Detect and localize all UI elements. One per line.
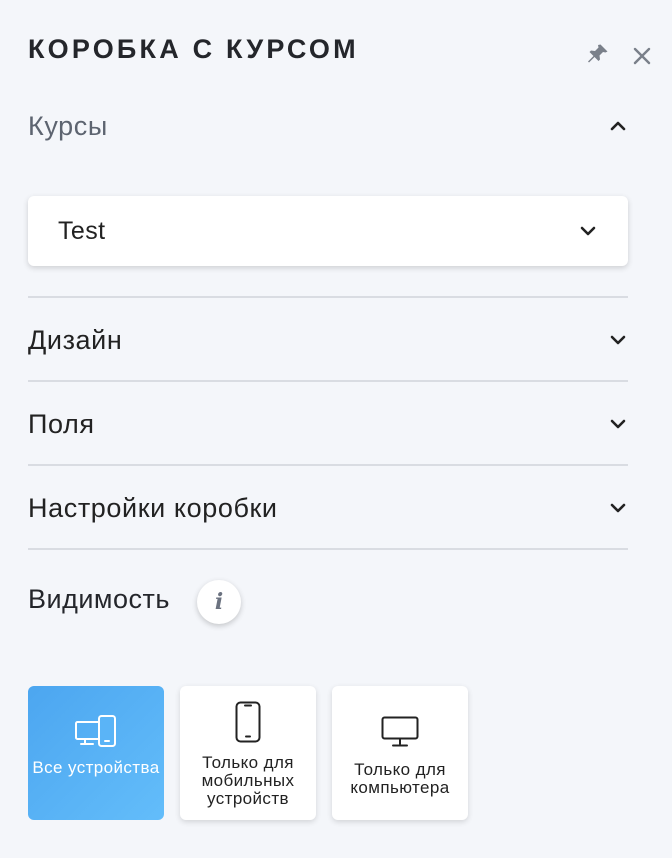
chevron-down-icon — [610, 419, 626, 429]
all-devices-icon — [75, 715, 116, 747]
visibility-desktop-only-button[interactable]: Только для компьютера — [332, 686, 468, 820]
mobile-icon — [235, 701, 261, 743]
close-icon[interactable] — [630, 44, 654, 68]
section-design-label: Дизайн — [28, 324, 123, 355]
section-design-header[interactable]: Дизайн — [28, 320, 628, 360]
chevron-down-icon — [610, 335, 626, 345]
panel-title: КОРОБКА С КУРСОМ — [28, 34, 359, 64]
chevron-down-icon — [610, 503, 626, 513]
visibility-label: Видимость — [28, 584, 170, 614]
course-select-value: Test — [58, 216, 106, 245]
section-courses-label: Курсы — [28, 110, 108, 141]
section-fields-label: Поля — [28, 408, 95, 439]
visibility-option-label: Все устройства — [32, 758, 160, 777]
course-select[interactable]: Test — [28, 196, 628, 266]
info-icon[interactable]: i — [197, 580, 241, 624]
section-box-settings-header[interactable]: Настройки коробки — [28, 488, 628, 528]
divider — [28, 464, 628, 466]
visibility-mobile-only-button[interactable]: Только для мобильных устройств — [180, 686, 316, 820]
chevron-up-icon — [610, 121, 626, 131]
divider — [28, 296, 628, 298]
pin-icon[interactable] — [586, 42, 610, 66]
divider — [28, 548, 628, 550]
section-box-settings-label: Настройки коробки — [28, 492, 278, 523]
visibility-option-label: Только для мобильных устройств — [201, 753, 295, 808]
section-courses-header[interactable]: Курсы — [28, 106, 628, 146]
visibility-all-devices-button[interactable]: Все устройства — [28, 686, 164, 820]
divider — [28, 380, 628, 382]
course-box-panel: КОРОБКА С КУРСОМ Курсы Test Дизайн Поля — [0, 0, 672, 858]
chevron-down-icon — [580, 226, 596, 236]
visibility-option-label: Только для компьютера — [350, 760, 450, 797]
desktop-icon — [381, 716, 419, 747]
section-fields-header[interactable]: Поля — [28, 404, 628, 444]
